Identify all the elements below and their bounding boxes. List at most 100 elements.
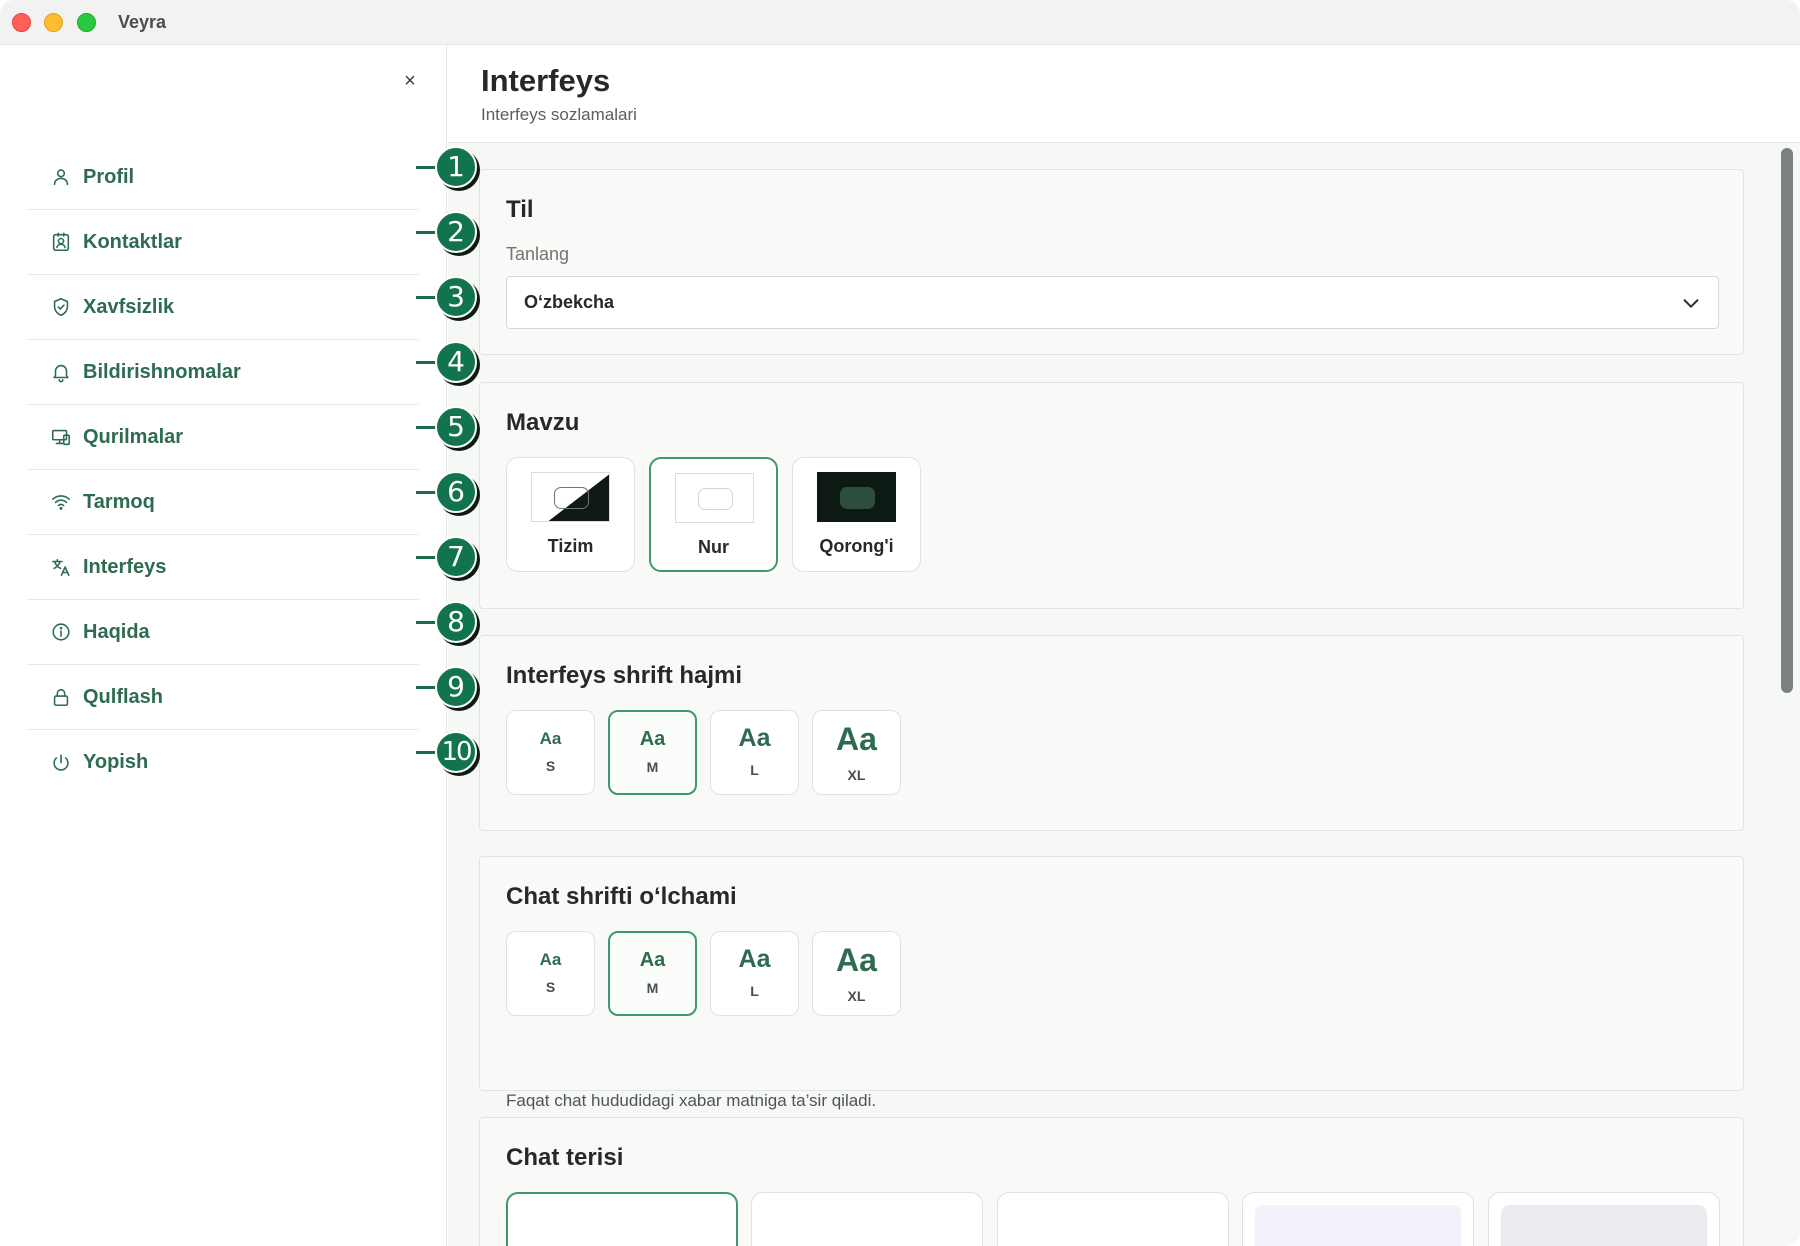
sidebar-item-label: Interfeys bbox=[83, 555, 167, 578]
callout-badge: 1 bbox=[435, 146, 477, 188]
sidebar-item-label: Bildirishnomalar bbox=[83, 360, 241, 383]
scrollbar-thumb[interactable] bbox=[1781, 148, 1793, 693]
ui-font-size-l[interactable]: Aa L bbox=[710, 710, 799, 795]
ui-font-size-title: Interfeys shrift hajmi bbox=[506, 662, 743, 689]
skin-preview bbox=[1501, 1205, 1707, 1246]
theme-option-light[interactable]: Nur bbox=[649, 457, 778, 572]
chat-font-size-card: Chat shrifti o‘lchami Aa S Aa M Aa L Aa … bbox=[479, 856, 1744, 1110]
size-code: XL bbox=[847, 767, 866, 783]
preview-bubble bbox=[840, 487, 875, 509]
sidebar-item-qurilmalar[interactable]: Qurilmalar bbox=[27, 405, 419, 470]
size-code: M bbox=[646, 980, 659, 996]
chat-skin-option-1[interactable] bbox=[506, 1192, 738, 1246]
ui-font-size-m[interactable]: Aa M bbox=[608, 710, 697, 795]
size-sample: Aa bbox=[738, 945, 771, 973]
sidebar-item-label: Tarmoq bbox=[83, 490, 155, 513]
minimize-window-button[interactable] bbox=[44, 13, 63, 32]
size-sample: Aa bbox=[639, 949, 666, 971]
size-sample: Aa bbox=[738, 724, 771, 752]
size-code: S bbox=[545, 979, 556, 995]
theme-option-label: Nur bbox=[698, 537, 729, 557]
size-code: XL bbox=[847, 988, 866, 1004]
main-panel: Interfeys Interfeys sozlamalari Til Tanl… bbox=[448, 45, 1800, 1246]
title-bar: Veyra bbox=[0, 0, 1800, 45]
theme-option-dark[interactable]: Qorong'i bbox=[792, 457, 921, 572]
bell-icon bbox=[49, 360, 73, 384]
preview-bubble bbox=[698, 488, 733, 510]
sidebar-item-xavfsizlik[interactable]: Xavfsizlik bbox=[27, 275, 419, 340]
chat-skin-card: Chat terisi bbox=[479, 1117, 1744, 1246]
sidebar-item-yopish[interactable]: Yopish bbox=[27, 730, 419, 795]
theme-title: Mavzu bbox=[506, 409, 580, 436]
ui-font-size-xl[interactable]: Aa XL bbox=[812, 710, 901, 795]
chevron-down-icon bbox=[1680, 292, 1702, 314]
ui-font-size-card: Interfeys shrift hajmi Aa S Aa M Aa L Aa… bbox=[479, 635, 1744, 831]
language-select[interactable]: O‘zbekcha bbox=[506, 276, 1719, 329]
wifi-icon bbox=[49, 490, 73, 514]
lock-icon bbox=[49, 685, 73, 709]
sidebar-item-label: Qulflash bbox=[83, 685, 164, 708]
skin-preview bbox=[1010, 1205, 1216, 1246]
ui-font-size-s[interactable]: Aa S bbox=[506, 710, 595, 795]
size-sample: Aa bbox=[539, 729, 562, 748]
sidebar-item-haqida[interactable]: Haqida bbox=[27, 600, 419, 665]
power-icon bbox=[49, 751, 73, 775]
page-header: Interfeys Interfeys sozlamalari bbox=[448, 45, 1800, 143]
language-value: O‘zbekcha bbox=[524, 292, 615, 312]
sidebar-item-interfeys[interactable]: Interfeys bbox=[27, 535, 419, 600]
theme-card: Mavzu Tizim Nur Qorong'i bbox=[479, 382, 1744, 609]
sidebar-item-tarmoq[interactable]: Tarmoq bbox=[27, 470, 419, 535]
theme-preview-dark bbox=[817, 472, 896, 522]
sidebar-item-label: Xavfsizlik bbox=[83, 295, 175, 318]
callout-badge: 9 bbox=[435, 666, 477, 708]
size-sample: Aa bbox=[639, 728, 666, 750]
sidebar-item-bildirishnomalar[interactable]: Bildirishnomalar bbox=[27, 340, 419, 405]
language-card: Til Tanlang O‘zbekcha bbox=[479, 169, 1744, 355]
info-icon bbox=[49, 620, 73, 644]
close-icon[interactable]: × bbox=[400, 71, 420, 91]
size-code: M bbox=[646, 759, 659, 775]
skin-preview bbox=[520, 1206, 724, 1246]
sidebar-item-label: Haqida bbox=[83, 620, 150, 643]
size-sample: Aa bbox=[539, 950, 562, 969]
callout-badge: 5 bbox=[435, 406, 477, 448]
chat-font-size-s[interactable]: Aa S bbox=[506, 931, 595, 1016]
chat-skin-option-3[interactable] bbox=[997, 1192, 1229, 1246]
sidebar-nav: Profil Kontaktlar Xavfsizlik Bildirishno… bbox=[27, 145, 419, 795]
page-title: Interfeys bbox=[481, 63, 611, 98]
size-code: S bbox=[545, 758, 556, 774]
chat-font-size-xl[interactable]: Aa XL bbox=[812, 931, 901, 1016]
sidebar-item-kontaktlar[interactable]: Kontaktlar bbox=[27, 210, 419, 275]
callout-badge: 2 bbox=[435, 211, 477, 253]
preview-bubble bbox=[554, 487, 589, 509]
chat-font-size-l[interactable]: Aa L bbox=[710, 931, 799, 1016]
size-sample: Aa bbox=[836, 721, 877, 757]
chat-font-size-title: Chat shrifti o‘lchami bbox=[506, 883, 737, 910]
sidebar: × Profil Kontaktlar Xavfsizlik Bildirish… bbox=[0, 45, 447, 1246]
theme-preview-light bbox=[675, 473, 754, 523]
chat-skin-option-4[interactable] bbox=[1242, 1192, 1474, 1246]
size-sample: Aa bbox=[836, 942, 877, 978]
size-code: L bbox=[750, 983, 759, 999]
translate-icon bbox=[49, 555, 73, 579]
callout-badge: 4 bbox=[435, 341, 477, 383]
chat-skin-option-5[interactable] bbox=[1488, 1192, 1720, 1246]
theme-option-label: Qorong'i bbox=[819, 536, 894, 556]
sidebar-item-profil[interactable]: Profil bbox=[27, 145, 419, 210]
close-window-button[interactable] bbox=[12, 13, 31, 32]
chat-skin-option-2[interactable] bbox=[751, 1192, 983, 1246]
callout-badge: 8 bbox=[435, 601, 477, 643]
language-label: Tanlang bbox=[506, 244, 570, 264]
skin-preview bbox=[764, 1205, 970, 1246]
theme-option-system[interactable]: Tizim bbox=[506, 457, 635, 572]
app-window: Veyra × Profil Kontaktlar Xavfsizlik Bil… bbox=[0, 0, 1800, 1246]
sidebar-item-qulflash[interactable]: Qulflash bbox=[27, 665, 419, 730]
app-title: Veyra bbox=[118, 12, 167, 32]
zoom-window-button[interactable] bbox=[77, 13, 96, 32]
chat-font-size-m[interactable]: Aa M bbox=[608, 931, 697, 1016]
callout-badge: 7 bbox=[435, 536, 477, 578]
chat-skin-title: Chat terisi bbox=[506, 1144, 624, 1171]
user-icon bbox=[49, 165, 73, 189]
theme-option-label: Tizim bbox=[547, 536, 594, 556]
callout-badge: 3 bbox=[435, 276, 477, 318]
